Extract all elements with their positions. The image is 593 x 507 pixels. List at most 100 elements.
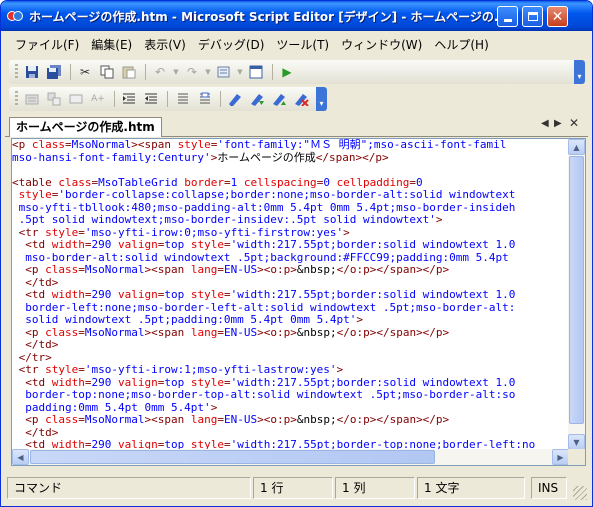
- toolbar-options-icon[interactable]: ▾: [574, 60, 585, 84]
- list-members-icon[interactable]: [44, 90, 64, 108]
- scroll-up-icon[interactable]: ▲: [568, 139, 585, 155]
- horizontal-scrollbar[interactable]: ◀ ▶: [12, 449, 569, 465]
- code-token-tag: </o:p></span></p>: [336, 263, 450, 276]
- menu-view[interactable]: 表示(V): [138, 36, 192, 53]
- code-token-attr: valign: [118, 375, 158, 389]
- code-token-val: MsoTableGrid: [98, 175, 185, 189]
- script-editor-app-icon[interactable]: [7, 8, 23, 24]
- document-tab[interactable]: ホームページの作成.htm: [9, 117, 162, 137]
- code-token-tag: </o:p></span></p>: [336, 413, 450, 426]
- vertical-scroll-thumb[interactable]: [569, 156, 584, 424]
- code-token-tag: </tr>: [12, 350, 52, 364]
- outdent-icon[interactable]: [141, 90, 161, 108]
- code-line[interactable]: <p class=MsoNormal><span lang=EN-US><o:p…: [12, 325, 569, 340]
- scroll-down-icon[interactable]: ▼: [568, 434, 585, 450]
- window-title: ホームページの作成.htm - Microsoft Script Editor …: [29, 9, 499, 24]
- code-token-tag: </td>: [12, 275, 59, 289]
- code-token-tag: ><o:p>: [257, 325, 297, 339]
- navigate-icon[interactable]: [214, 63, 234, 81]
- code-line[interactable]: <p class=MsoNormal><span lang=EN-US><o:p…: [12, 413, 569, 427]
- code-token-tag: =: [65, 139, 72, 151]
- vertical-scrollbar[interactable]: ▲ ▼: [568, 139, 585, 450]
- code-token-tag: >: [435, 213, 443, 226]
- code-token-tag: <table: [12, 175, 59, 189]
- code-line[interactable]: </td>: [12, 338, 569, 352]
- code-token-val: EN-US: [223, 413, 258, 426]
- code-token-tag: </td>: [12, 425, 59, 439]
- redo-dropdown-icon[interactable]: ▼: [204, 63, 212, 81]
- menu-bar: ファイル(F) 編集(E) 表示(V) デバッグ(D) ツール(T) ウィンドウ…: [1, 31, 592, 57]
- menu-window[interactable]: ウィンドウ(W): [335, 36, 428, 53]
- tab-scroll-left-icon[interactable]: ◀: [541, 118, 549, 129]
- scroll-left-icon[interactable]: ◀: [12, 449, 29, 465]
- code-token-tag: =: [224, 375, 231, 389]
- title-bar[interactable]: ホームページの作成.htm - Microsoft Script Editor …: [1, 1, 592, 31]
- code-token-tag: <td: [12, 238, 52, 251]
- code-token-attr: width: [51, 238, 85, 251]
- menu-debug[interactable]: デバッグ(D): [192, 36, 271, 53]
- code-token-attr: style: [45, 225, 79, 239]
- toggle-bookmark-icon[interactable]: [225, 90, 245, 108]
- uncomment-icon[interactable]: [194, 90, 214, 108]
- code-token-attr: border: [184, 175, 224, 189]
- save-icon[interactable]: [22, 63, 42, 81]
- code-token-tag: ><span: [131, 139, 178, 151]
- code-token-tag: =: [224, 238, 231, 251]
- redo-icon[interactable]: ↷: [182, 63, 202, 81]
- run-icon[interactable]: ▶: [277, 63, 297, 81]
- menu-edit[interactable]: 編集(E): [85, 36, 138, 53]
- code-token-val: EN-US: [223, 325, 258, 339]
- indent-icon[interactable]: [119, 90, 139, 108]
- code-token-val: MsoNormal: [71, 139, 132, 151]
- menu-tools[interactable]: ツール(T): [270, 36, 335, 53]
- paste-icon[interactable]: [119, 63, 139, 81]
- code-token-attr: width: [51, 375, 85, 389]
- code-text[interactable]: <p class=MsoNormal><span style='font-fam…: [12, 139, 569, 450]
- close-document-icon[interactable]: ✕: [569, 116, 579, 130]
- resize-grip-icon[interactable]: [573, 486, 587, 500]
- comment-icon[interactable]: [172, 90, 192, 108]
- menu-file[interactable]: ファイル(F): [9, 36, 85, 53]
- undo-dropdown-icon[interactable]: ▼: [172, 63, 180, 81]
- horizontal-scroll-thumb[interactable]: [30, 450, 435, 464]
- toolbar-grip[interactable]: [15, 64, 18, 80]
- prev-bookmark-icon[interactable]: [269, 90, 289, 108]
- toolbar-separator: [145, 64, 146, 80]
- close-icon: ✕: [551, 8, 564, 25]
- close-button[interactable]: ✕: [547, 6, 568, 27]
- toolbar-separator: [272, 64, 273, 80]
- code-token-val: 1: [230, 175, 244, 189]
- code-token-tag: =: [78, 363, 85, 376]
- window-icon[interactable]: [246, 63, 266, 81]
- code-token-tag: =: [84, 375, 92, 389]
- script-editor-window: ホームページの作成.htm - Microsoft Script Editor …: [0, 0, 593, 507]
- code-token-val: top: [164, 375, 191, 389]
- cut-icon[interactable]: ✂: [75, 63, 95, 81]
- code-token-tag: >: [343, 225, 350, 239]
- toolbox-icon[interactable]: [22, 90, 42, 108]
- tab-scroll-right-icon[interactable]: ▶: [554, 118, 562, 129]
- toolbar-options-icon[interactable]: ▾: [316, 87, 327, 111]
- save-all-icon[interactable]: [44, 63, 64, 81]
- scroll-right-icon[interactable]: ▶: [552, 449, 569, 465]
- navigate-dropdown-icon[interactable]: ▼: [236, 63, 244, 81]
- copy-icon[interactable]: [97, 63, 117, 81]
- code-line[interactable]: mso-hansi-font-family:Century'>ホームページの作成…: [12, 151, 569, 165]
- code-token-tag: ><span: [144, 413, 191, 426]
- toolbar-grip[interactable]: [15, 91, 18, 107]
- code-token-attr: style: [18, 188, 52, 201]
- code-line[interactable]: <p class=MsoNormal><span lang=EN-US><o:p…: [12, 263, 569, 277]
- minimize-button[interactable]: [497, 6, 518, 27]
- undo-icon[interactable]: ↶: [150, 63, 170, 81]
- clear-bookmarks-icon[interactable]: [291, 90, 311, 108]
- code-token-val: MsoNormal: [84, 263, 145, 276]
- code-editor[interactable]: <p class=MsoNormal><span style='font-fam…: [11, 138, 586, 466]
- complete-word-icon[interactable]: A+: [88, 90, 108, 108]
- next-bookmark-icon[interactable]: [247, 90, 267, 108]
- parameter-info-icon[interactable]: [66, 90, 86, 108]
- menu-help[interactable]: ヘルプ(H): [428, 36, 494, 53]
- maximize-button[interactable]: [522, 6, 543, 27]
- maximize-icon: [527, 12, 538, 21]
- code-token-val: mso-border-alt:solid windowtext .5pt;bac…: [12, 250, 509, 264]
- code-token-attr: valign: [118, 288, 158, 301]
